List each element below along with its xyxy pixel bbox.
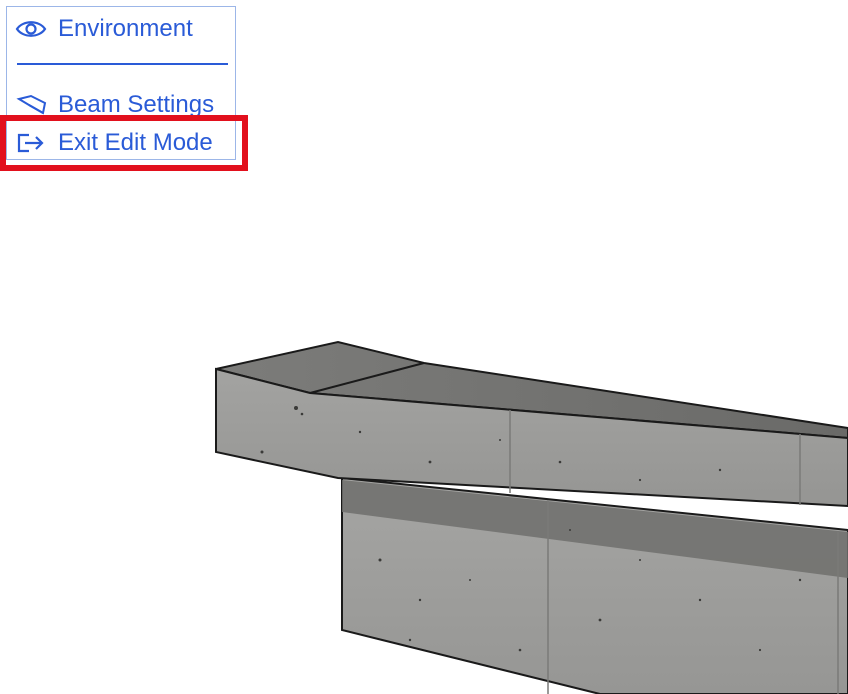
menu-item-label: Exit Edit Mode — [58, 129, 213, 156]
menu-item-label: Beam Settings — [58, 91, 215, 118]
menu-item-exit-edit-mode[interactable]: Exit Edit Mode — [15, 129, 213, 157]
menu-separator — [17, 63, 228, 65]
eye-icon — [15, 16, 49, 42]
exit-icon — [15, 130, 49, 156]
menu-item-environment[interactable]: Environment — [15, 15, 193, 43]
beam-flange[interactable] — [215, 340, 848, 508]
beam-icon — [15, 92, 49, 118]
beam-web[interactable] — [341, 476, 848, 694]
menu-item-label: Environment — [58, 15, 193, 42]
context-menu: Environment Beam Settings Exit Edit Mode — [6, 6, 236, 160]
menu-item-beam-settings[interactable]: Beam Settings — [15, 91, 214, 119]
